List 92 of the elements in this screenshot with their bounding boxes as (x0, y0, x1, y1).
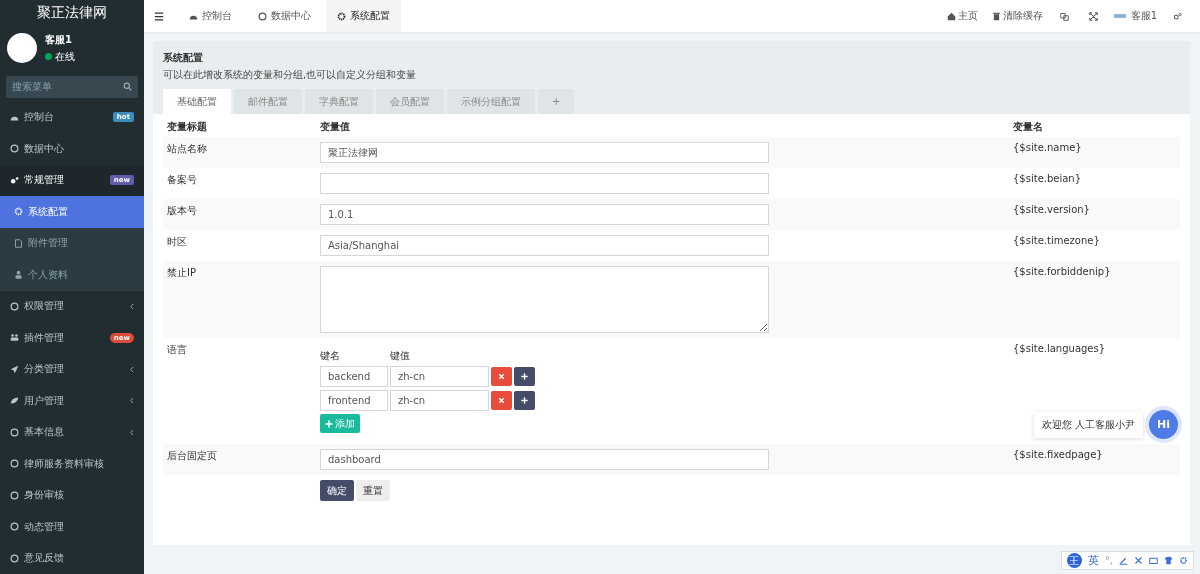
translate-icon[interactable] (1059, 11, 1069, 21)
tab-icon (258, 11, 267, 21)
sidebar-item[interactable]: 基本信息 (0, 416, 144, 448)
panel-description: 可以在此增改系统的变量和分组,也可以自定义分组和变量 (163, 68, 418, 82)
variable-name: {$site.version} (1013, 204, 1090, 215)
value-field[interactable]: zh-cn (390, 366, 489, 387)
header-link[interactable]: 主页 (941, 9, 983, 23)
text-field[interactable]: 1.0.1 (320, 204, 769, 225)
menu-icon (14, 238, 23, 248)
sidebar-item[interactable]: 权限管理 (0, 290, 144, 322)
variable-name: {$site.fixedpage} (1013, 449, 1103, 460)
nav-tab[interactable]: 数据中心 (247, 0, 322, 32)
variable-name: {$site.forbiddenip} (1013, 266, 1111, 277)
text-field[interactable] (320, 173, 769, 194)
menu-icon (10, 396, 19, 406)
variable-title: 备案号 (167, 174, 197, 185)
variable-title: 站点名称 (167, 143, 207, 154)
text-field[interactable]: Asia/Shanghai (320, 235, 769, 256)
header-link[interactable]: 清除缓存 (986, 9, 1048, 23)
variable-name: {$site.languages} (1013, 343, 1106, 354)
menu-icon (10, 364, 19, 374)
nav-tab[interactable]: 系统配置 (326, 0, 401, 32)
fullscreen-icon[interactable] (1088, 11, 1098, 21)
menu-icon (10, 333, 19, 343)
settings-icon[interactable] (1179, 556, 1188, 565)
move-button[interactable] (514, 367, 535, 386)
menu-icon (10, 459, 19, 469)
menu-icon (10, 144, 19, 154)
chat-greeting: 欢迎您 人工客服小尹 (1033, 411, 1143, 438)
search-icon (123, 81, 132, 91)
form-button[interactable]: 重置 (356, 480, 390, 501)
user-status: 在线 (55, 49, 75, 64)
textarea-field[interactable] (320, 266, 769, 333)
ime-logo[interactable]: 王 (1066, 553, 1082, 568)
form-button[interactable]: 确定 (320, 480, 354, 501)
user-name: 客服1 (45, 32, 73, 47)
home-icon (946, 11, 956, 21)
avatar-circle (7, 33, 37, 63)
trash-icon (991, 11, 1001, 21)
ime-mode[interactable]: 英 (1087, 553, 1099, 568)
sidebar-item[interactable]: 身份审核 (0, 479, 144, 511)
variable-name: {$site.timezone} (1013, 235, 1100, 246)
variable-title: 后台固定页 (167, 450, 217, 461)
close-icon (498, 373, 505, 380)
user-menu[interactable]: 客服1 (1109, 9, 1161, 23)
sidebar-item[interactable]: 分类管理 (0, 353, 144, 385)
column-header: 键名 (320, 349, 341, 363)
shirt-icon[interactable] (1164, 556, 1173, 565)
move-icon (521, 373, 528, 380)
column-header: 变量名 (1013, 120, 1044, 134)
menu-icon[interactable] (154, 11, 164, 21)
sidebar-item[interactable]: 意见反馈 (0, 542, 144, 574)
key-field[interactable]: frontend (320, 390, 388, 411)
search-field[interactable]: 搜索菜单 (6, 75, 138, 98)
variable-title: 版本号 (167, 205, 197, 216)
settings-icon[interactable] (1173, 11, 1182, 21)
nav-tab[interactable]: 控制台 (178, 0, 243, 32)
sidebar-subitem[interactable]: 附件管理 (0, 227, 144, 259)
text-field[interactable]: 聚正法律网 (320, 142, 769, 163)
variable-name: {$site.beian} (1013, 173, 1082, 184)
panel-title: 系统配置 (163, 51, 204, 65)
sidebar-item[interactable]: 动态管理 (0, 511, 144, 543)
tab-icon (337, 11, 346, 21)
value-field[interactable]: zh-cn (390, 390, 489, 411)
sidebar-subitem[interactable]: 个人资料 (0, 259, 144, 291)
column-header: 键值 (390, 349, 411, 363)
menu-icon (10, 522, 19, 532)
variable-title: 时区 (167, 236, 187, 247)
variable-name: {$site.name} (1013, 142, 1082, 153)
sidebar-item[interactable]: 数据中心 (0, 133, 144, 165)
config-tab[interactable]: 基础配置 (163, 89, 231, 114)
variable-title: 语言 (167, 344, 187, 355)
sidebar-subitem[interactable]: 系统配置 (0, 196, 144, 228)
column-header: 变量标题 (167, 120, 208, 134)
menu-icon (10, 427, 19, 437)
menu-icon (10, 490, 19, 500)
close-icon (498, 397, 505, 404)
sidebar-item[interactable]: 律师服务资料审核 (0, 448, 144, 480)
menu-icon (14, 270, 23, 280)
pen-icon[interactable] (1119, 556, 1128, 565)
column-header: 变量值 (320, 120, 351, 134)
move-icon (521, 397, 528, 404)
text-field[interactable]: dashboard (320, 449, 769, 470)
menu-icon (10, 553, 19, 563)
menu-icon (10, 175, 19, 185)
sidebar-item[interactable]: 用户管理 (0, 385, 144, 417)
key-field[interactable]: backend (320, 366, 388, 387)
plus-icon (325, 419, 333, 428)
move-button[interactable] (514, 391, 535, 410)
menu-icon (10, 301, 19, 311)
menu-icon (14, 207, 23, 217)
variable-title: 禁止IP (167, 267, 196, 278)
